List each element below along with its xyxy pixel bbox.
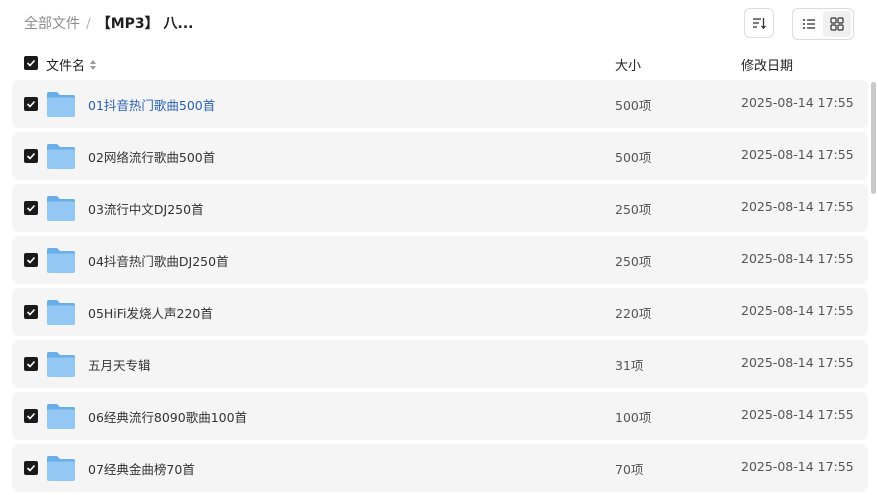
file-size: 70项 — [615, 462, 644, 477]
check-icon — [26, 59, 36, 67]
breadcrumb-separator: / — [86, 16, 91, 32]
column-header-size[interactable]: 大小 — [615, 55, 641, 74]
check-icon — [26, 152, 36, 160]
top-bar: 全部文件 / 【MP3】 八... — [0, 0, 878, 48]
check-icon — [26, 204, 36, 212]
sort-button[interactable] — [744, 8, 774, 38]
view-toggle — [792, 8, 854, 40]
breadcrumb-root[interactable]: 全部文件 — [24, 16, 80, 32]
file-date: 2025-08-14 17:55 — [741, 407, 854, 422]
list-view-icon — [803, 19, 815, 29]
scrollbar-thumb[interactable] — [871, 82, 876, 194]
file-size: 500项 — [615, 98, 652, 113]
file-row[interactable]: 04抖音热门歌曲DJ250首 250项 2025-08-14 17:55 — [12, 236, 868, 284]
list-view-button[interactable] — [795, 11, 823, 37]
row-checkbox[interactable] — [24, 461, 38, 475]
check-icon — [26, 100, 36, 108]
file-row[interactable]: 01抖音热门歌曲500首 500项 2025-08-14 17:55 — [12, 80, 868, 128]
folder-icon — [46, 90, 76, 118]
file-name[interactable]: 06经典流行8090歌曲100首 — [88, 407, 247, 426]
file-date: 2025-08-14 17:55 — [741, 459, 854, 474]
file-name[interactable]: 04抖音热门歌曲DJ250首 — [88, 251, 229, 270]
check-icon — [26, 464, 36, 472]
column-header-name[interactable]: 文件名 — [46, 55, 97, 74]
select-all-checkbox[interactable] — [24, 56, 38, 70]
folder-icon — [46, 350, 76, 378]
row-checkbox[interactable] — [24, 357, 38, 371]
row-checkbox[interactable] — [24, 409, 38, 423]
row-checkbox[interactable] — [24, 201, 38, 215]
check-icon — [26, 256, 36, 264]
file-name[interactable]: 01抖音热门歌曲500首 — [88, 95, 215, 114]
file-name[interactable]: 05HiFi发烧人声220首 — [88, 303, 213, 322]
folder-icon — [46, 142, 76, 170]
file-row[interactable]: 03流行中文DJ250首 250项 2025-08-14 17:55 — [12, 184, 868, 232]
sort-arrows-icon — [90, 59, 97, 70]
folder-icon — [46, 246, 76, 274]
file-date: 2025-08-14 17:55 — [741, 147, 854, 162]
file-row[interactable]: 02网络流行歌曲500首 500项 2025-08-14 17:55 — [12, 132, 868, 180]
file-row[interactable]: 07经典金曲榜70首 70项 2025-08-14 17:55 — [12, 444, 868, 492]
check-icon — [26, 360, 36, 368]
file-size: 500项 — [615, 150, 652, 165]
breadcrumb-current: 【MP3】 八... — [96, 16, 194, 32]
column-header-date[interactable]: 修改日期 — [741, 55, 793, 74]
folder-icon — [46, 402, 76, 430]
file-size: 31项 — [615, 358, 644, 373]
row-checkbox[interactable] — [24, 253, 38, 267]
folder-icon — [46, 194, 76, 222]
file-name[interactable]: 07经典金曲榜70首 — [88, 459, 195, 478]
file-name[interactable]: 五月天专辑 — [88, 355, 151, 374]
row-checkbox[interactable] — [24, 305, 38, 319]
breadcrumb: 全部文件 / 【MP3】 八... — [24, 14, 193, 34]
file-date: 2025-08-14 17:55 — [741, 303, 854, 318]
file-size: 250项 — [615, 202, 652, 217]
file-row[interactable]: 05HiFi发烧人声220首 220项 2025-08-14 17:55 — [12, 288, 868, 336]
file-date: 2025-08-14 17:55 — [741, 355, 854, 370]
check-icon — [26, 412, 36, 420]
file-row[interactable]: 06经典流行8090歌曲100首 100项 2025-08-14 17:55 — [12, 392, 868, 440]
grid-view-icon — [830, 17, 844, 31]
row-checkbox[interactable] — [24, 149, 38, 163]
file-date: 2025-08-14 17:55 — [741, 199, 854, 214]
column-header-name-label: 文件名 — [46, 59, 86, 74]
folder-icon — [46, 454, 76, 482]
row-checkbox[interactable] — [24, 97, 38, 111]
check-icon — [26, 308, 36, 316]
file-size: 250项 — [615, 254, 652, 269]
table-header: 文件名 大小 修改日期 — [0, 50, 878, 78]
file-date: 2025-08-14 17:55 — [741, 95, 854, 110]
folder-icon — [46, 298, 76, 326]
file-date: 2025-08-14 17:55 — [741, 251, 854, 266]
sort-icon — [753, 18, 766, 30]
file-row[interactable]: 五月天专辑 31项 2025-08-14 17:55 — [12, 340, 868, 388]
file-name[interactable]: 03流行中文DJ250首 — [88, 199, 204, 218]
file-size: 220项 — [615, 306, 652, 321]
file-size: 100项 — [615, 410, 652, 425]
grid-view-button[interactable] — [823, 11, 851, 37]
file-name[interactable]: 02网络流行歌曲500首 — [88, 147, 215, 166]
